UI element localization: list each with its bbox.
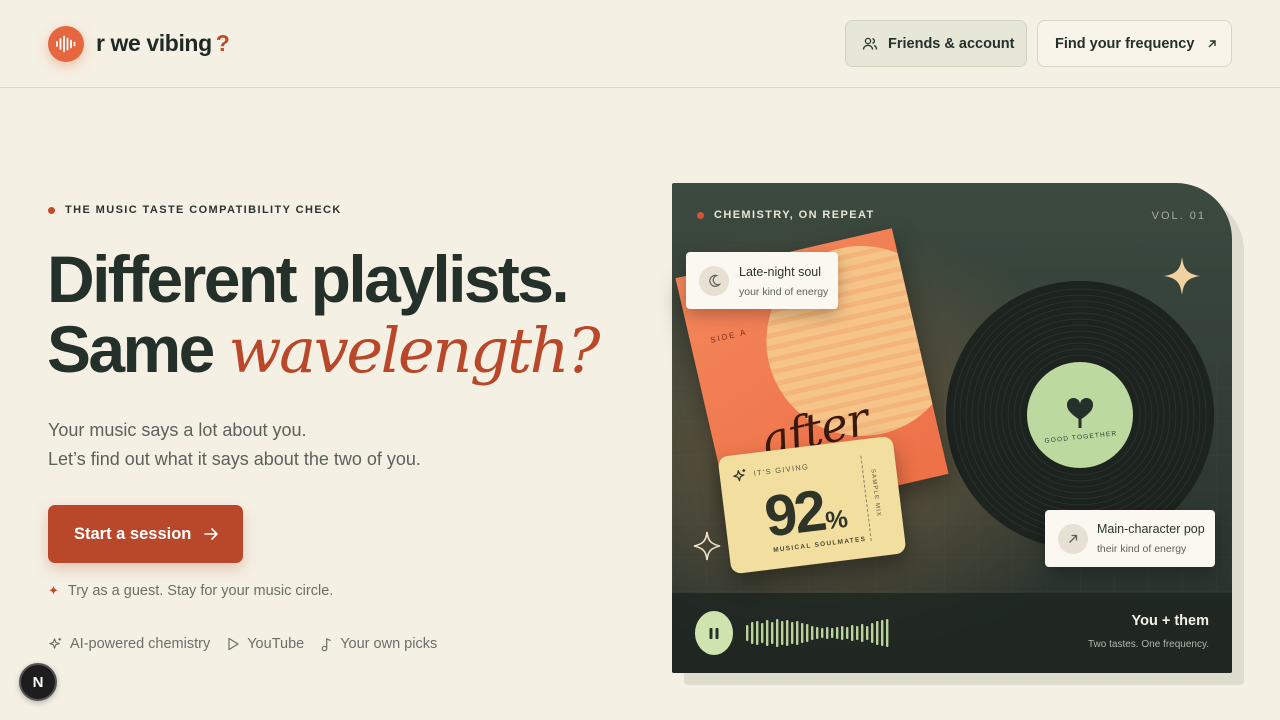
start-session-label: Start a session <box>74 524 192 543</box>
site-header: r we vibing? Friends & account Find your… <box>0 0 1280 88</box>
hero-subtitle-line2: Let’s find out what it says about the tw… <box>48 449 421 469</box>
card-eyebrow-text: CHEMISTRY, ON REPEAT <box>714 209 875 221</box>
logo-question-mark: ? <box>215 30 230 56</box>
hero-title-line2: Same wavelength? <box>47 312 600 387</box>
play-icon <box>228 637 239 651</box>
card-eyebrow: CHEMISTRY, ON REPEAT <box>697 209 875 221</box>
hero-title: Different playlists. Same wavelength? <box>47 242 600 387</box>
album-side-label: SIDE A <box>709 327 749 345</box>
pause-button[interactable] <box>695 611 733 655</box>
arrow-up-right-pill-icon <box>1058 524 1088 554</box>
start-session-button[interactable]: Start a session <box>48 505 243 563</box>
friends-account-button[interactable]: Friends & account <box>845 20 1027 67</box>
feature-youtube: YouTube <box>227 636 304 652</box>
ticket-side-text: SAMPLE MIX <box>869 468 882 518</box>
arrow-up-right-icon <box>1208 39 1217 47</box>
feature-youtube-label: YouTube <box>247 636 305 652</box>
hero-title-wavelength: wavelength? <box>228 314 600 387</box>
n-badge-letter: N <box>32 673 44 691</box>
player-title: You + them <box>1131 613 1209 629</box>
ticket-giving: IT'S GIVING <box>753 462 810 478</box>
ticket-sparkle-icon <box>733 468 746 482</box>
feature-ai: AI-powered chemistry <box>48 636 210 652</box>
volume-label: VOL. 01 <box>1151 210 1206 222</box>
logo-wordmark[interactable]: r we vibing? <box>96 30 230 57</box>
logo-waveform-icon[interactable] <box>48 26 84 62</box>
music-note-icon <box>321 637 332 651</box>
hero-subtitle-line1: Your music says a lot about you. <box>48 420 307 440</box>
ticket-percent-number: 92 <box>761 477 828 550</box>
eyebrow-dot <box>48 206 55 214</box>
guest-note: ✦ Try as a guest. Stay for your music ci… <box>48 583 333 599</box>
n-badge-button[interactable]: N <box>19 663 57 701</box>
sparkle-outline-icon <box>693 531 721 561</box>
hero-subtitle: Your music says a lot about you. Let’s f… <box>48 416 421 474</box>
pill-bottom-title: Main-character pop <box>1097 522 1205 536</box>
pill-top-subtitle: your kind of energy <box>739 286 829 298</box>
pill-bottom-subtitle: their kind of energy <box>1097 543 1187 555</box>
hero-title-same: Same <box>47 312 215 386</box>
feature-ai-label: AI-powered chemistry <box>70 636 211 652</box>
card-eyebrow-dot <box>697 211 704 219</box>
audio-waveform <box>746 619 889 647</box>
hero-eyebrow: THE MUSIC TASTE COMPATIBILITY CHECK <box>48 204 342 216</box>
late-night-soul-pill: Late-night soul your kind of energy <box>686 252 838 309</box>
find-frequency-button[interactable]: Find your frequency <box>1037 20 1232 67</box>
pill-top-title: Late-night soul <box>739 265 822 279</box>
find-frequency-label: Find your frequency <box>1055 35 1195 52</box>
feature-list: AI-powered chemistry YouTube Your own pi… <box>48 636 454 652</box>
main-character-pop-pill: Main-character pop their kind of energy <box>1045 510 1215 567</box>
eyebrow-text: THE MUSIC TASTE COMPATIBILITY CHECK <box>65 204 342 216</box>
feature-picks: Your own picks <box>321 636 437 652</box>
users-icon <box>862 37 878 50</box>
player-bar: You + them Two tastes. One frequency. <box>672 593 1232 673</box>
hero-title-line1: Different playlists. <box>47 242 570 316</box>
guest-note-text: Try as a guest. Stay for your music circ… <box>67 583 334 599</box>
sparkles-icon <box>49 637 62 649</box>
moon-icon <box>699 266 729 296</box>
ticket-percent-sign: % <box>823 504 850 536</box>
compatibility-ticket: IT'S GIVING 92 % MUSICAL SOULMATES SAMPL… <box>717 435 907 575</box>
player-tagline: Two tastes. One frequency. <box>1088 639 1209 650</box>
arrow-right-icon <box>204 528 219 540</box>
logo-text: r we vibing <box>96 30 212 56</box>
friends-account-label: Friends & account <box>888 35 1015 52</box>
sparkle-star-icon <box>1164 257 1200 295</box>
feature-picks-label: Your own picks <box>340 636 438 652</box>
pause-icon <box>709 627 719 639</box>
sparkle-icon: ✦ <box>48 583 59 598</box>
